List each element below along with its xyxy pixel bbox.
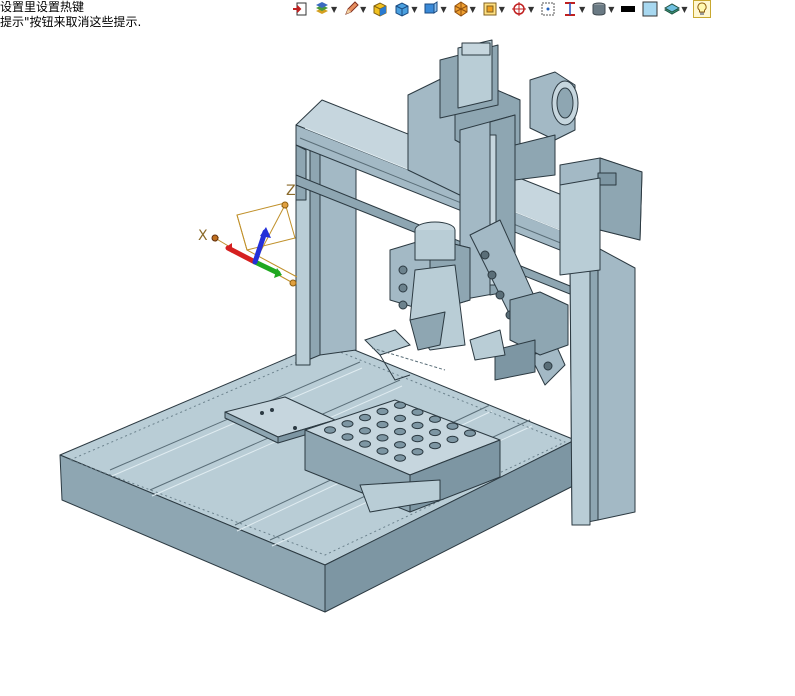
zoom-fit-dropdown-arrow[interactable]: ▼ [499,5,505,14]
import-icon [293,2,307,16]
hint-text-line-1: 设置里设置热键 [0,0,85,14]
model-viewport[interactable]: X Z [0,24,795,696]
axis-z-label: Z [286,183,296,199]
display-style-button[interactable]: ▼ [591,0,614,18]
render-dropdown-arrow[interactable]: ▼ [470,5,476,14]
render-icon [454,1,468,17]
layer-dropdown-arrow[interactable]: ▼ [331,5,337,14]
shade-mode-button[interactable]: ▼ [394,0,417,18]
section-icon [565,2,576,16]
face-color-button[interactable] [642,0,658,18]
material-icon [664,3,681,15]
workpiece-hole [359,440,371,448]
workpiece-hole [376,420,389,429]
right-column [559,157,643,526]
workpiece-hole [394,454,406,462]
workpiece-hole [411,421,424,430]
layer-icon [316,2,328,14]
render-button[interactable]: ▼ [453,0,476,18]
select-icon [541,2,555,16]
shade-mode-dropdown-arrow[interactable]: ▼ [411,5,417,14]
workpiece-hole [341,420,354,428]
workpiece-hole [411,448,424,456]
section-view-dropdown-arrow[interactable]: ▼ [579,5,585,14]
line-color-button[interactable] [620,0,636,18]
view-orientation-dropdown-arrow[interactable]: ▼ [440,5,446,14]
pencil-dropdown-arrow[interactable]: ▼ [360,5,366,14]
zoom-fit-button[interactable]: ▼ [482,0,505,18]
workpiece-hole [394,441,406,449]
coordinate-triad: X Z [198,183,298,287]
workpiece-hole [376,447,389,455]
cube-view-icon [424,1,438,14]
box-button[interactable] [372,0,388,18]
pencil-button[interactable]: ▼ [343,0,366,18]
workpiece-hole [429,415,441,423]
view-toolbar: ▼ ▼ ▼ ▼ ▼ ▼ ▼ ▼ ▼ ▼ [292,0,716,18]
select-filter-button[interactable] [540,0,556,18]
workpiece-hole [411,408,424,416]
workpiece-hole [429,441,441,450]
pan-icon [511,2,526,16]
workpiece-hole [394,427,406,436]
cylinder-icon [592,2,606,16]
workpiece-hole [359,413,371,422]
color-black-icon [621,6,636,12]
lightbulb-icon [692,0,711,18]
material-button[interactable]: ▼ [664,0,688,18]
workpiece-hole [359,427,371,435]
box-yellow-icon [373,2,387,17]
workpiece-hole [446,422,459,430]
pan-rotate-button[interactable]: ▼ [511,0,534,18]
material-dropdown-arrow[interactable]: ▼ [681,5,687,14]
workpiece-hole [324,426,336,434]
lighting-button[interactable] [692,0,711,18]
workpiece-hole [446,435,459,444]
workpiece-hole [429,428,441,437]
display-style-dropdown-arrow[interactable]: ▼ [608,5,614,14]
workpiece-hole [341,433,354,441]
pencil-icon [345,1,359,15]
workpiece-hole [394,414,406,423]
axis-x-label: X [198,228,208,244]
workpiece-hole [376,434,389,442]
import-button[interactable] [292,0,308,18]
section-view-button[interactable]: ▼ [562,0,585,18]
workpiece-hole [464,429,476,437]
workpiece-hole [394,401,406,409]
pan-rotate-dropdown-arrow[interactable]: ▼ [528,5,534,14]
workpiece-hole [411,434,424,443]
view-orientation-button[interactable]: ▼ [423,0,447,18]
color-box-icon [642,1,658,17]
cube-shade-icon [395,2,409,17]
layer-button[interactable]: ▼ [314,0,337,18]
workpiece-hole [376,407,389,416]
zoom-fit-icon [483,2,497,16]
